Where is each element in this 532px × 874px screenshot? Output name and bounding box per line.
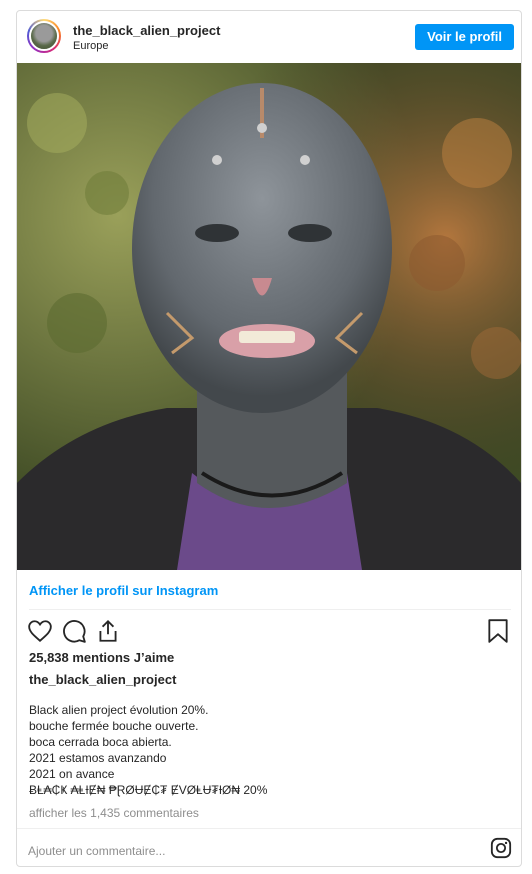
view-comments-link[interactable]: afficher les 1,435 commentaires (29, 806, 199, 820)
comment-icon[interactable] (61, 618, 87, 644)
caption-line: ɃⱠ₳₵Ҝ ₳ⱠƗɆ₦ ₱ⱤØɄɆ₵₮ ɆVØⱠɄ₮ƗØ₦ 20% (29, 783, 268, 797)
caption-line: Black alien project évolution 20%. (29, 703, 209, 717)
divider (17, 828, 521, 829)
view-profile-on-instagram-link[interactable]: Afficher le profil sur Instagram (29, 583, 218, 598)
heart-icon[interactable] (27, 618, 53, 644)
add-comment-field[interactable]: Ajouter un commentaire... (28, 844, 165, 858)
portrait-photo (17, 63, 521, 570)
caption-username[interactable]: the_black_alien_project (29, 672, 176, 687)
caption-line: bouche fermée bouche ouverte. (29, 719, 199, 733)
caption-line: boca cerrada boca abierta. (29, 735, 172, 749)
caption-text: Black alien project évolution 20%. bouch… (29, 702, 267, 798)
share-icon[interactable] (95, 618, 121, 644)
likes-count[interactable]: 25,838 mentions J’aime (29, 650, 174, 665)
action-bar (27, 618, 513, 644)
view-profile-button[interactable]: Voir le profil (415, 24, 514, 50)
bookmark-icon[interactable] (485, 618, 511, 644)
caption-line: 2021 estamos avanzando (29, 751, 167, 765)
avatar[interactable] (27, 19, 61, 53)
post-header: the_black_alien_project Europe Voir le p… (17, 11, 521, 63)
avatar-image (29, 21, 59, 51)
header-location[interactable]: Europe (73, 40, 108, 52)
divider (29, 609, 511, 610)
post-photo[interactable] (17, 63, 521, 570)
caption-line: 2021 on avance (29, 767, 115, 781)
instagram-icon[interactable] (490, 837, 512, 859)
instagram-embed-card: the_black_alien_project Europe Voir le p… (16, 10, 522, 867)
header-username[interactable]: the_black_alien_project (73, 23, 220, 38)
